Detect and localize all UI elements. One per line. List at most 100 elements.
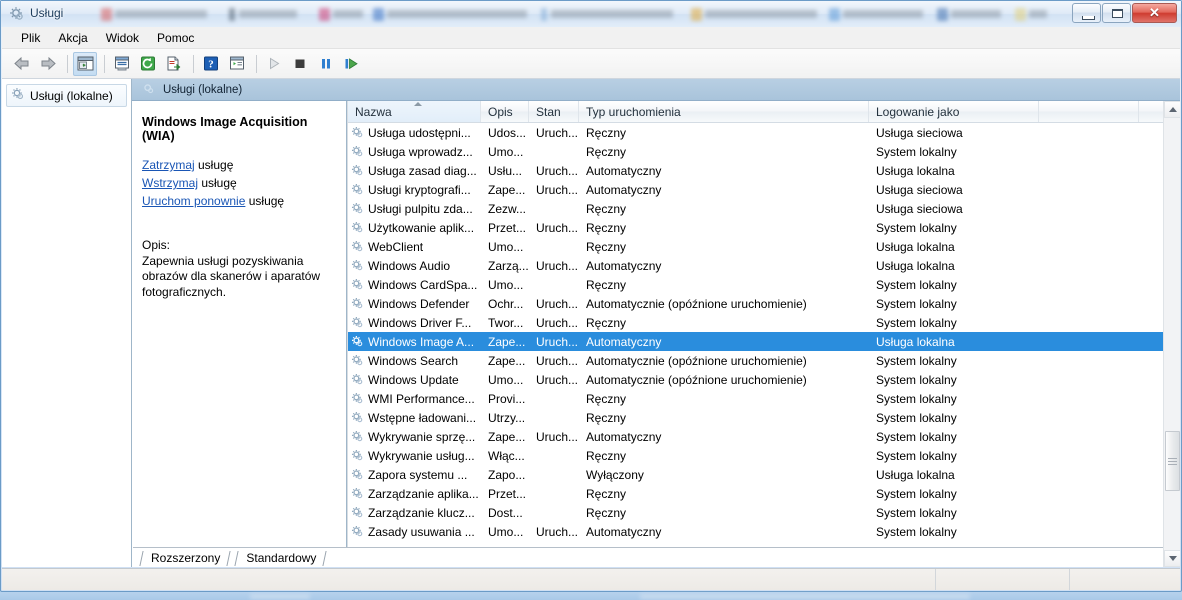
cell-stan: Uruch... — [529, 221, 579, 235]
cell-label-opis: Udos... — [488, 125, 527, 140]
toolbar-separator — [104, 54, 105, 73]
service-gear-icon — [351, 506, 364, 519]
vertical-scrollbar[interactable] — [1163, 101, 1180, 567]
table-row[interactable]: Windows Audio Zarzą... Uruch... Automatyczn… — [348, 256, 1180, 275]
restart-service-link[interactable]: Uruchom ponownie — [142, 194, 245, 208]
stop-service-icon[interactable] — [288, 52, 312, 76]
svg-text:?: ? — [208, 59, 214, 71]
table-row[interactable]: WebClient Umo... Ręczny Usługa lokalna — [348, 237, 1180, 256]
table-row[interactable]: Windows Defender Ochr... Uruch... Automatyc… — [348, 294, 1180, 313]
cell-label-typ: Ręczny — [586, 201, 627, 216]
maximize-button[interactable] — [1102, 3, 1131, 23]
service-name-label: Zasady usuwania ... — [368, 524, 475, 539]
table-row[interactable]: Usługa wprowadz... Umo... Ręczny System lok… — [348, 142, 1180, 161]
scroll-up-button[interactable] — [1164, 101, 1180, 118]
cell-typ: Ręczny — [579, 240, 869, 254]
refresh-icon[interactable] — [136, 52, 160, 76]
cell-label-logowanie: System lokalny — [876, 315, 957, 330]
column-header-spare[interactable] — [1039, 101, 1139, 122]
window-title: Usługi — [30, 6, 64, 20]
restart-service-icon[interactable] — [340, 52, 364, 76]
table-row[interactable]: Zarządzanie aplika... Przet... Ręczny Syste… — [348, 484, 1180, 503]
taskbar-ghost — [691, 8, 821, 21]
export-list-icon[interactable] — [162, 52, 186, 76]
cell-stan: Uruch... — [529, 183, 579, 197]
cell-nazwa: WMI Performance... — [348, 392, 481, 406]
forward-icon[interactable] — [36, 52, 60, 76]
scrollbar-thumb[interactable] — [1165, 431, 1180, 491]
list-view-icon[interactable] — [225, 52, 249, 76]
cell-logowanie: Usługa sieciowa — [869, 183, 1039, 197]
table-row[interactable]: Usługa zasad diag... Usłu... Uruch... Autom… — [348, 161, 1180, 180]
table-row[interactable]: Usługa udostępni... Udos... Uruch... Ręczny… — [348, 123, 1180, 142]
cell-label-stan: Uruch... — [536, 125, 579, 140]
show-hide-tree-icon[interactable] — [73, 51, 97, 76]
table-row[interactable]: Wykrywanie sprzę... Zape... Uruch... Automa… — [348, 427, 1180, 446]
tab-rozszerzony[interactable]: Rozszerzony — [137, 549, 232, 567]
close-button[interactable]: ✕ — [1132, 3, 1177, 23]
cell-label-typ: Automatyczny — [586, 163, 662, 178]
cell-label-opis: Włąc... — [488, 448, 525, 463]
stop-service-link[interactable]: Zatrzymaj — [142, 158, 195, 172]
table-row[interactable]: Usługi pulpitu zda... Zezw... Ręczny Usługa… — [348, 199, 1180, 218]
results-pane: Usługi (lokalne) Windows Image Acquisiti… — [132, 79, 1180, 567]
menu-item-akcja[interactable]: Akcja — [49, 29, 96, 47]
cell-stan: Uruch... — [529, 259, 579, 273]
column-header-logowanie[interactable]: Logowanie jako — [869, 101, 1039, 122]
column-header-opis[interactable]: Opis — [481, 101, 529, 122]
minimize-button[interactable] — [1072, 3, 1101, 23]
cell-typ: Ręczny — [579, 202, 869, 216]
table-row[interactable]: Wstępne ładowani... Utrzy... Ręczny System … — [348, 408, 1180, 427]
cell-label-logowanie: System lokalny — [876, 277, 957, 292]
help-icon[interactable]: ? — [199, 52, 223, 76]
cell-logowanie: System lokalny — [869, 278, 1039, 292]
cell-nazwa: Usługa wprowadz... — [348, 145, 481, 159]
properties-icon[interactable] — [110, 52, 134, 76]
taskbar-ghost — [640, 594, 970, 599]
scroll-down-button[interactable] — [1164, 550, 1180, 567]
table-row[interactable]: Zasady usuwania ... Umo... Uruch... Automat… — [348, 522, 1180, 541]
service-gear-icon — [351, 297, 364, 310]
status-main — [2, 569, 936, 590]
cell-typ: Automatyczny — [579, 430, 869, 444]
back-icon[interactable] — [10, 52, 34, 76]
table-row[interactable]: Windows CardSpa... Umo... Ręczny System lok… — [348, 275, 1180, 294]
cell-logowanie: System lokalny — [869, 354, 1039, 368]
table-row[interactable]: Zarządzanie klucz... Dost... Ręczny System … — [348, 503, 1180, 522]
tree-item-uslugi-lokalne[interactable]: Usługi (lokalne) — [6, 84, 127, 107]
menu-item-widok[interactable]: Widok — [97, 29, 148, 47]
column-header-stan[interactable]: Stan — [529, 101, 579, 122]
column-header-typ[interactable]: Typ uruchomienia — [579, 101, 869, 122]
pause-service-link[interactable]: Wstrzymaj — [142, 176, 198, 190]
service-name-label: Usługa udostępni... — [368, 125, 471, 140]
start-service-icon[interactable] — [262, 52, 286, 76]
table-row[interactable]: Wykrywanie usług... Włąc... Ręczny System l… — [348, 446, 1180, 465]
table-row[interactable]: Windows Image A... Zape... Uruch... Automat… — [348, 332, 1180, 351]
cell-typ: Ręczny — [579, 316, 869, 330]
table-row[interactable]: Użytkowanie aplik... Przet... Uruch... Ręcz… — [348, 218, 1180, 237]
table-row[interactable]: Usługi kryptografi... Zape... Uruch... Auto… — [348, 180, 1180, 199]
cell-label-logowanie: System lokalny — [876, 486, 957, 501]
taskbar-ghost — [937, 8, 1009, 21]
table-row[interactable]: Windows Search Zape... Uruch... Automatyczn… — [348, 351, 1180, 370]
cell-label-stan: Uruch... — [536, 182, 579, 197]
table-row[interactable]: Zapora systemu ... Zapo... Wyłączony Usługa… — [348, 465, 1180, 484]
service-gear-icon — [351, 183, 364, 196]
pause-service-icon[interactable] — [314, 52, 338, 76]
table-row[interactable]: WMI Performance... Provi... Ręczny System l… — [348, 389, 1180, 408]
cell-label-logowanie: System lokalny — [876, 372, 957, 387]
table-row[interactable]: Windows Driver F... Twor... Uruch... Ręczny… — [348, 313, 1180, 332]
cell-label-opis: Zape... — [488, 334, 526, 349]
cell-label-opis: Zape... — [488, 353, 526, 368]
cell-opis: Umo... — [481, 145, 529, 159]
table-row[interactable]: Windows Update Umo... Uruch... Automatyczni… — [348, 370, 1180, 389]
cell-label-typ: Ręczny — [586, 448, 627, 463]
window-controls: ✕ — [1072, 3, 1177, 24]
menu-item-pomoc[interactable]: Pomoc — [148, 29, 203, 47]
description-text: Zapewnia usługi pozyskiwania obrazów dla… — [142, 253, 321, 299]
column-header-nazwa[interactable]: Nazwa — [348, 101, 481, 122]
view-tabs: Rozszerzony Standardowy — [133, 547, 1179, 567]
tab-standardowy[interactable]: Standardowy — [232, 549, 328, 567]
cell-nazwa: Usługi pulpitu zda... — [348, 202, 481, 216]
menu-item-plik[interactable]: Plik — [12, 29, 49, 47]
